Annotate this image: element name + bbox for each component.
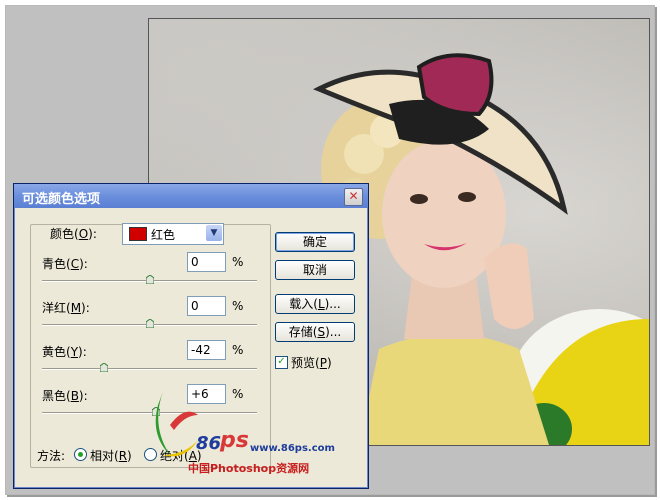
cyan-slider-thumb[interactable]	[145, 275, 154, 284]
watermark-logo: 86 ps www.86ps.com 中国Photoshop资源网	[140, 385, 370, 480]
black-label: 黑色(B):	[42, 389, 88, 403]
chevron-down-icon[interactable]: ▼	[206, 225, 222, 241]
ok-button[interactable]: 确定	[275, 232, 355, 252]
watermark-swoosh-icon	[155, 389, 198, 457]
dialog-title: 可选颜色选项	[22, 192, 101, 207]
yellow-input[interactable]: -42	[187, 340, 226, 360]
colors-select-value: 红色	[151, 228, 176, 242]
magenta-label: 洋红(M):	[42, 301, 90, 315]
cyan-label: 青色(C):	[42, 257, 88, 271]
watermark-cn: 中国Photoshop资源网	[188, 462, 310, 475]
cyan-percent: %	[232, 255, 244, 269]
watermark-url: www.86ps.com	[250, 443, 335, 454]
cyan-input[interactable]: 0	[187, 252, 226, 272]
relative-radio[interactable]	[74, 448, 87, 461]
red-swatch	[129, 227, 147, 241]
magenta-input[interactable]: 0	[187, 296, 226, 316]
yellow-percent: %	[232, 343, 244, 357]
magenta-percent: %	[232, 299, 244, 313]
watermark-ps: ps	[220, 428, 249, 453]
load-button[interactable]: 载入(L)...	[275, 294, 355, 314]
yellow-label: 黄色(Y):	[42, 345, 87, 359]
yellow-slider-track[interactable]	[42, 368, 257, 370]
watermark-number: 86	[196, 433, 222, 454]
preview-checkbox[interactable]: ✓	[275, 356, 288, 369]
checkmark-icon: ✓	[277, 356, 286, 367]
close-icon: ✕	[348, 189, 359, 203]
magenta-slider-thumb[interactable]	[145, 319, 154, 328]
method-label: 方法:	[37, 449, 66, 463]
save-button[interactable]: 存储(S)...	[275, 322, 355, 342]
title-bar: 可选颜色选项 ✕	[14, 184, 368, 208]
colors-select[interactable]: 红色 ▼	[122, 223, 224, 245]
cancel-button[interactable]: 取消	[275, 260, 355, 280]
colors-label: 颜色(O):	[50, 227, 97, 241]
preview-label[interactable]: 预览(P)	[291, 354, 332, 371]
relative-label[interactable]: 相对(R)	[90, 447, 132, 464]
close-button[interactable]: ✕	[344, 188, 363, 206]
yellow-slider-thumb[interactable]	[100, 363, 109, 372]
